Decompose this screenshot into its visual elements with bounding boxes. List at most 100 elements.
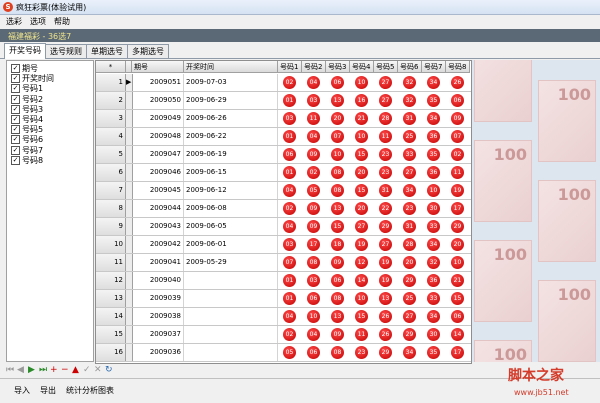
number-ball[interactable]: 06	[451, 94, 464, 107]
number-ball[interactable]: 36	[427, 130, 440, 143]
date-cell[interactable]	[184, 290, 278, 307]
edit-record-icon[interactable]: ▲	[72, 365, 79, 375]
ball-column-header[interactable]: 号码7	[422, 61, 446, 73]
number-ball[interactable]: 20	[451, 238, 464, 251]
number-ball[interactable]: 25	[403, 130, 416, 143]
period-cell[interactable]: 2009040	[132, 272, 184, 289]
number-ball[interactable]: 15	[355, 148, 368, 161]
number-ball[interactable]: 10	[307, 310, 320, 323]
date-cell[interactable]: 2009-06-22	[184, 128, 278, 145]
number-ball[interactable]: 34	[403, 346, 416, 359]
number-ball[interactable]: 03	[307, 94, 320, 107]
date-cell[interactable]	[184, 344, 278, 361]
number-ball[interactable]: 34	[427, 310, 440, 323]
prev-record-icon[interactable]: ◀	[17, 365, 24, 375]
number-ball[interactable]: 28	[403, 238, 416, 251]
date-cell[interactable]: 2009-06-05	[184, 218, 278, 235]
number-ball[interactable]: 33	[403, 148, 416, 161]
number-ball[interactable]: 13	[379, 292, 392, 305]
table-row[interactable]: 10 2009042 2009-06-01 03 17 18 19 27 28 34 20	[96, 236, 471, 254]
date-cell[interactable]: 2009-06-15	[184, 164, 278, 181]
number-ball[interactable]: 11	[379, 130, 392, 143]
number-ball[interactable]: 02	[283, 328, 296, 341]
number-ball[interactable]: 04	[307, 130, 320, 143]
number-ball[interactable]: 22	[379, 202, 392, 215]
table-row[interactable]: 4 2009048 2009-06-22 01 04 07 10 11 25 36 07	[96, 128, 471, 146]
period-cell[interactable]: 2009049	[132, 110, 184, 127]
table-row[interactable]: 7 2009045 2009-06-12 04 05 08 15 31 34 10 19	[96, 182, 471, 200]
number-ball[interactable]: 13	[331, 94, 344, 107]
number-ball[interactable]: 36	[427, 274, 440, 287]
date-cell[interactable]: 2009-06-29	[184, 92, 278, 109]
number-ball[interactable]: 01	[283, 292, 296, 305]
number-ball[interactable]: 16	[355, 94, 368, 107]
ball-column-header[interactable]: 号码4	[350, 61, 374, 73]
number-ball[interactable]: 08	[331, 346, 344, 359]
date-cell[interactable]: 2009-06-12	[184, 182, 278, 199]
statistics-chart-button[interactable]: 统计分析图表	[66, 385, 114, 396]
date-cell[interactable]: 2009-06-08	[184, 200, 278, 217]
last-record-icon[interactable]: ⏭	[39, 365, 47, 375]
number-ball[interactable]: 36	[427, 166, 440, 179]
number-ball[interactable]: 09	[307, 202, 320, 215]
number-ball[interactable]: 19	[451, 184, 464, 197]
number-ball[interactable]: 10	[355, 292, 368, 305]
date-cell[interactable]	[184, 326, 278, 343]
number-ball[interactable]: 17	[451, 202, 464, 215]
tab-single-period[interactable]: 单期选号	[86, 44, 128, 58]
number-ball[interactable]: 21	[451, 274, 464, 287]
date-header[interactable]: 开奖时间	[184, 61, 278, 73]
number-ball[interactable]: 09	[331, 328, 344, 341]
number-ball[interactable]: 06	[307, 346, 320, 359]
period-cell[interactable]: 2009047	[132, 146, 184, 163]
date-cell[interactable]	[184, 272, 278, 289]
tab-multi-period[interactable]: 多期选号	[127, 44, 169, 58]
table-row[interactable]: 5 2009047 2009-06-19 06 09 10 15 23 33 35 02	[96, 146, 471, 164]
table-row[interactable]: 16 2009036 05 06 08 23 29 34 35 17	[96, 344, 471, 362]
number-ball[interactable]: 19	[379, 274, 392, 287]
number-ball[interactable]: 35	[427, 94, 440, 107]
checkbox-checked-icon[interactable]: ✓	[11, 115, 20, 124]
number-ball[interactable]: 27	[403, 166, 416, 179]
period-cell[interactable]: 2009041	[132, 254, 184, 271]
number-ball[interactable]: 09	[331, 256, 344, 269]
period-cell[interactable]: 2009037	[132, 326, 184, 343]
cancel-record-icon[interactable]: ✕	[94, 365, 102, 375]
number-ball[interactable]: 18	[331, 238, 344, 251]
number-ball[interactable]: 32	[427, 256, 440, 269]
number-ball[interactable]: 08	[331, 166, 344, 179]
table-row[interactable]: 8 2009044 2009-06-08 02 09 13 20 22 23 30 17	[96, 200, 471, 218]
number-ball[interactable]: 23	[403, 202, 416, 215]
number-ball[interactable]: 07	[283, 256, 296, 269]
number-ball[interactable]: 09	[307, 148, 320, 161]
number-ball[interactable]: 29	[403, 274, 416, 287]
number-ball[interactable]: 10	[355, 76, 368, 89]
number-ball[interactable]: 08	[331, 292, 344, 305]
period-cell[interactable]: 2009051	[132, 74, 184, 91]
number-ball[interactable]: 02	[307, 166, 320, 179]
table-row[interactable]: 3 2009049 2009-06-26 03 11 20 21 28 31 34 09	[96, 110, 471, 128]
number-ball[interactable]: 30	[427, 328, 440, 341]
number-ball[interactable]: 35	[427, 148, 440, 161]
refresh-icon[interactable]: ↻	[105, 365, 113, 375]
number-ball[interactable]: 01	[283, 166, 296, 179]
number-ball[interactable]: 20	[355, 166, 368, 179]
number-ball[interactable]: 27	[379, 238, 392, 251]
date-cell[interactable]: 2009-07-03	[184, 74, 278, 91]
number-ball[interactable]: 04	[283, 310, 296, 323]
date-cell[interactable]	[184, 308, 278, 325]
number-ball[interactable]: 19	[379, 256, 392, 269]
number-ball[interactable]: 01	[283, 94, 296, 107]
number-ball[interactable]: 17	[451, 346, 464, 359]
date-cell[interactable]: 2009-06-26	[184, 110, 278, 127]
number-ball[interactable]: 10	[451, 256, 464, 269]
number-ball[interactable]: 29	[379, 346, 392, 359]
date-cell[interactable]: 2009-05-29	[184, 254, 278, 271]
period-cell[interactable]: 2009038	[132, 308, 184, 325]
number-ball[interactable]: 34	[427, 238, 440, 251]
number-ball[interactable]: 06	[331, 274, 344, 287]
date-cell[interactable]: 2009-06-01	[184, 236, 278, 253]
period-cell[interactable]: 2009044	[132, 200, 184, 217]
number-ball[interactable]: 32	[403, 94, 416, 107]
checkbox-checked-icon[interactable]: ✓	[11, 64, 20, 73]
